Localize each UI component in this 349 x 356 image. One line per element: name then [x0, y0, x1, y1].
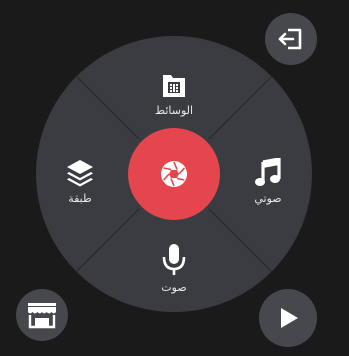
layer-label: طبقة — [68, 191, 92, 205]
app-screen: الوسائط طبقة صوتي صوت — [0, 0, 349, 356]
camera-shutter-icon — [161, 161, 187, 187]
microphone-icon — [162, 243, 186, 275]
layer-option[interactable]: طبقة — [40, 145, 120, 217]
voice-option[interactable]: صوت — [134, 232, 214, 304]
capture-button[interactable] — [128, 128, 220, 220]
voice-label: صوت — [161, 280, 187, 294]
audio-option[interactable]: صوتي — [228, 145, 308, 217]
music-note-icon — [255, 157, 281, 186]
media-icon — [163, 74, 185, 97]
layers-icon — [67, 159, 93, 186]
media-label: الوسائط — [154, 103, 194, 117]
audio-label: صوتي — [254, 191, 282, 205]
media-option[interactable]: الوسائط — [134, 58, 214, 130]
